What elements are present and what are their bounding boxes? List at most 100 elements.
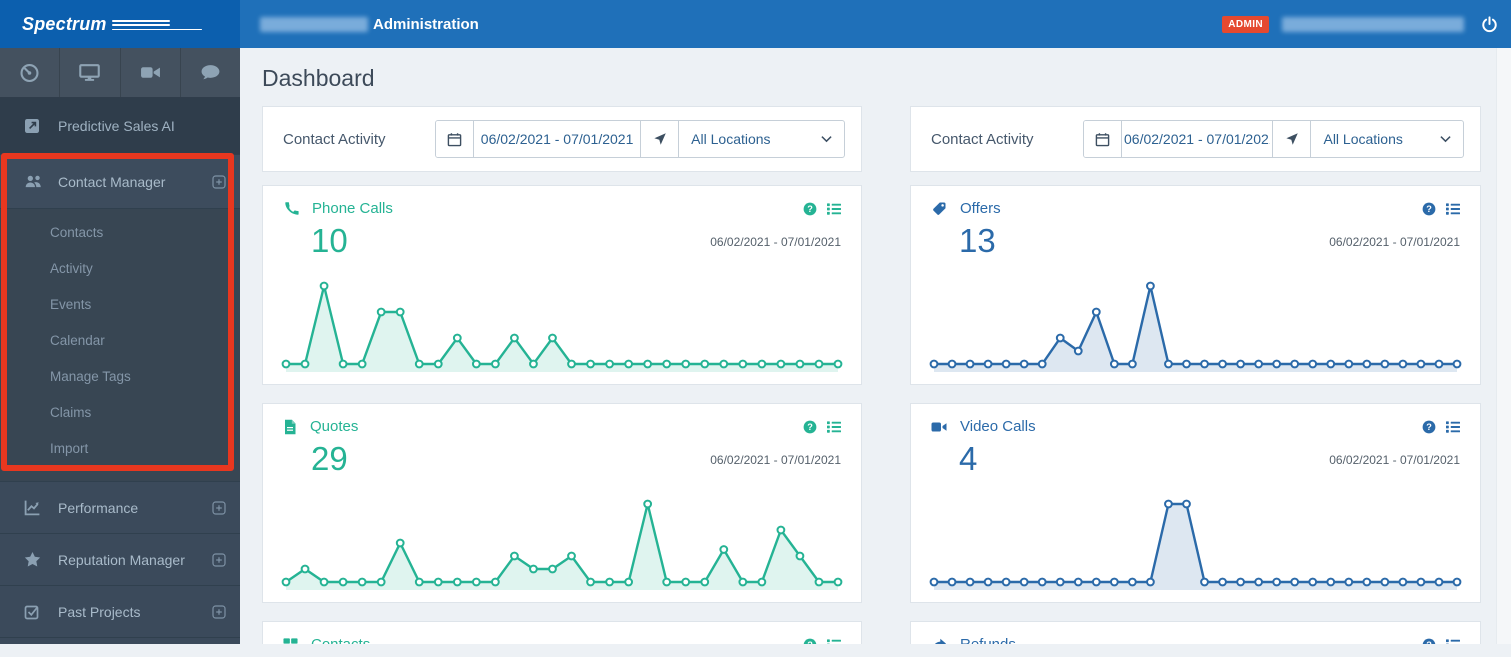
metric-date-range: 06/02/2021 - 07/01/2021 <box>710 453 841 477</box>
location-arrow-icon[interactable] <box>1273 121 1311 157</box>
sidebar-item-label: Contact Manager <box>58 174 212 190</box>
question-circle-icon[interactable]: ? <box>803 420 817 434</box>
tag-icon <box>931 201 947 217</box>
question-circle-icon[interactable]: ? <box>1422 638 1436 645</box>
date-range-input[interactable] <box>474 121 640 157</box>
sidebar-iconbar <box>0 48 240 98</box>
sidebar-item-import[interactable]: Import <box>0 431 240 467</box>
metric-value: 4 <box>959 441 977 477</box>
sidebar-item-reputation-manager[interactable]: Reputation Manager <box>0 533 240 585</box>
scrollbar[interactable] <box>1496 48 1511 644</box>
dashboard-column-right: Contact Activity All Locations <box>910 106 1481 644</box>
chevron-down-icon <box>821 135 832 143</box>
chevron-down-icon <box>1440 135 1451 143</box>
question-circle-icon[interactable]: ? <box>803 202 817 216</box>
filter-input-group: All Locations <box>435 120 845 158</box>
question-circle-icon[interactable]: ? <box>1422 420 1436 434</box>
check-square-icon <box>24 604 46 620</box>
header-title: Administration <box>373 16 479 33</box>
th-large-icon <box>283 637 298 644</box>
svg-text:?: ? <box>1426 204 1432 214</box>
dashboard-column-left: Contact Activity All Locations <box>262 106 862 644</box>
chat-icon[interactable] <box>181 48 240 97</box>
contact-activity-filter: Contact Activity All Locations <box>910 106 1481 172</box>
list-icon[interactable] <box>1446 638 1460 645</box>
card-title: Refunds <box>960 636 1016 644</box>
metric-date-range: 06/02/2021 - 07/01/2021 <box>1329 235 1460 259</box>
svg-text:?: ? <box>807 204 813 214</box>
metric-card-offers: Offers ? 13 06/02/2021 - 07/01/2021 <box>910 185 1481 385</box>
sidebar-item-performance[interactable]: Performance <box>0 481 240 533</box>
sidebar-item-events[interactable]: Events <box>0 287 240 323</box>
external-link-square-icon <box>24 118 46 134</box>
card-title: Video Calls <box>960 418 1036 435</box>
metric-value: 10 <box>311 223 348 259</box>
card-title: Quotes <box>310 418 358 435</box>
sidebar-item-calendar[interactable]: Calendar <box>0 323 240 359</box>
phone-calls-chart <box>279 276 845 376</box>
plus-square-icon[interactable] <box>212 175 226 189</box>
metric-card-refunds: Refunds ? <box>910 621 1481 644</box>
location-select-value: All Locations <box>691 131 770 147</box>
location-arrow-icon[interactable] <box>641 121 679 157</box>
plus-square-icon[interactable] <box>212 605 226 619</box>
logo-lines-graphic <box>112 20 202 31</box>
list-icon[interactable] <box>827 638 841 645</box>
star-icon <box>24 551 46 568</box>
plus-square-icon[interactable] <box>212 553 226 567</box>
video-icon <box>931 419 947 435</box>
sidebar-item-label: Reputation Manager <box>58 552 212 568</box>
desktop-icon[interactable] <box>60 48 120 97</box>
sidebar-item-activity[interactable]: Activity <box>0 251 240 287</box>
video-camera-icon[interactable] <box>121 48 181 97</box>
question-circle-icon[interactable]: ? <box>1422 202 1436 216</box>
dashboard-icon[interactable] <box>0 48 60 97</box>
list-icon[interactable] <box>1446 202 1460 216</box>
metric-card-video-calls: Video Calls ? 4 06/02/2021 - 07/01/2021 <box>910 403 1481 603</box>
sidebar-item-contacts[interactable]: Contacts <box>0 215 240 251</box>
list-icon[interactable] <box>827 202 841 216</box>
question-circle-icon[interactable]: ? <box>803 638 817 645</box>
phone-icon <box>283 201 299 217</box>
page-title: Dashboard <box>262 61 1511 106</box>
filter-label: Contact Activity <box>283 131 435 148</box>
main-content: Dashboard Contact Activity All Loc <box>240 48 1511 644</box>
metric-value: 29 <box>311 441 348 477</box>
svg-text:?: ? <box>1426 640 1432 644</box>
top-header: Spectrum Administration ADMIN <box>0 0 1511 48</box>
filter-label: Contact Activity <box>931 131 1083 148</box>
sidebar-item-claims[interactable]: Claims <box>0 395 240 431</box>
video-calls-chart <box>927 494 1464 594</box>
sidebar-item-manage-tags[interactable]: Manage Tags <box>0 359 240 395</box>
plus-square-icon[interactable] <box>212 501 226 515</box>
logo-text: Spectrum <box>22 14 107 35</box>
power-icon[interactable] <box>1481 16 1498 33</box>
svg-text:?: ? <box>1426 422 1432 432</box>
sidebar-item-label: Past Projects <box>58 604 212 620</box>
list-icon[interactable] <box>827 420 841 434</box>
sidebar-item-label: Performance <box>58 500 212 516</box>
sidebar-item-past-projects[interactable]: Past Projects <box>0 585 240 637</box>
metric-value: 13 <box>959 223 996 259</box>
sidebar-item-predictive-sales-ai[interactable]: Predictive Sales AI <box>0 98 240 154</box>
location-select[interactable]: All Locations <box>1311 121 1463 157</box>
metric-card-contacts: Contacts ? <box>262 621 862 644</box>
svg-text:?: ? <box>807 422 813 432</box>
list-icon[interactable] <box>1446 420 1460 434</box>
filter-input-group: All Locations <box>1083 120 1464 158</box>
location-select[interactable]: All Locations <box>679 121 844 157</box>
calendar-icon[interactable] <box>1084 121 1122 157</box>
contact-manager-submenu: Contacts Activity Events Calendar Manage… <box>0 208 240 481</box>
card-title: Contacts <box>311 636 370 644</box>
redacted-text <box>260 17 368 32</box>
sidebar-item-contact-manager[interactable]: Contact Manager <box>0 154 240 208</box>
calendar-icon[interactable] <box>436 121 474 157</box>
file-icon <box>283 419 297 435</box>
metric-card-quotes: Quotes ? 29 06/02/2021 - 07/01/2021 <box>262 403 862 603</box>
date-range-input[interactable] <box>1122 121 1272 157</box>
users-icon <box>24 174 46 189</box>
app-logo: Spectrum <box>0 0 240 48</box>
date-range-input-wrap <box>474 121 641 157</box>
sidebar-item-label: Predictive Sales AI <box>58 118 226 134</box>
metric-date-range: 06/02/2021 - 07/01/2021 <box>710 235 841 259</box>
